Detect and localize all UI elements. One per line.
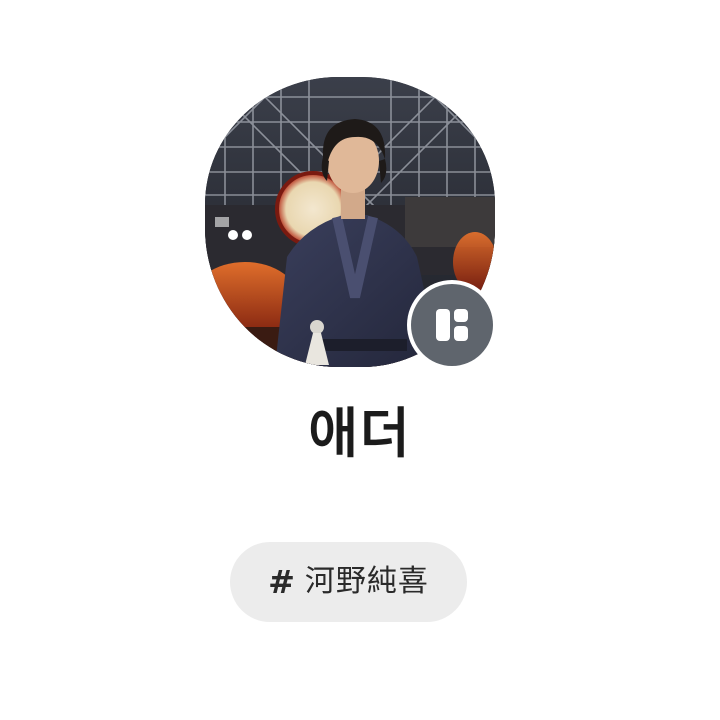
layout-badge-button[interactable]: [411, 284, 493, 366]
badge-ring: [407, 280, 497, 370]
hash-icon: #: [268, 563, 295, 601]
hashtag-label: 河野純喜: [304, 564, 429, 599]
hashtag-chip[interactable]: # 河野純喜: [230, 542, 467, 622]
profile-card: 애더 # 河野純喜: [0, 0, 720, 720]
layout-icon: [436, 309, 468, 341]
profile-photo-container[interactable]: [205, 77, 497, 370]
profile-name: 애더: [308, 402, 412, 465]
